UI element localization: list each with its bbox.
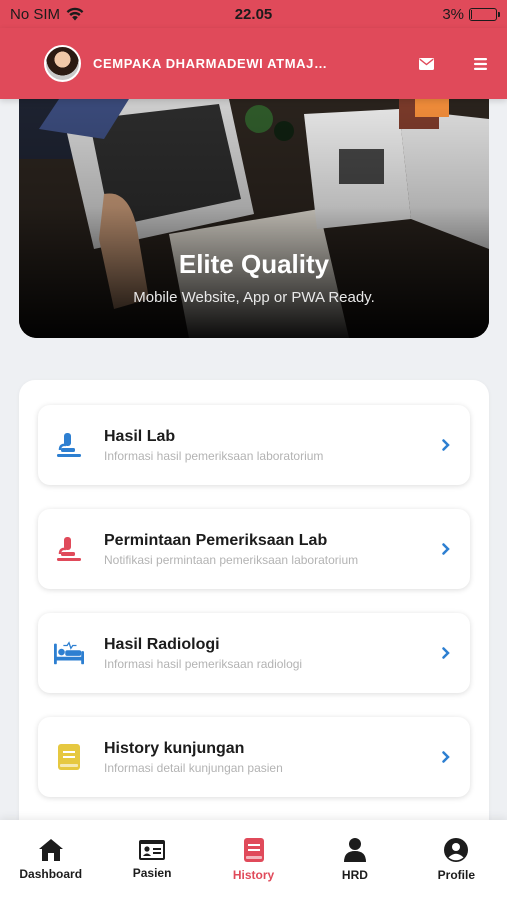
nav-item-pasien[interactable]: Pasien (101, 820, 202, 900)
wifi-icon (66, 7, 84, 21)
chevron-right-icon (442, 647, 450, 659)
menu-item-subtitle: Notifikasi permintaan pemeriksaan labora… (104, 552, 359, 567)
avatar[interactable] (44, 45, 81, 82)
bottom-navigation: Dashboard Pasien History HRD Profile (0, 820, 507, 900)
hospital-bed-icon (54, 638, 84, 668)
nav-item-dashboard[interactable]: Dashboard (0, 820, 101, 900)
nav-label: Pasien (132, 866, 172, 880)
menu-item-title: Permintaan Pemeriksaan Lab (104, 531, 328, 549)
chevron-right-icon (442, 439, 450, 451)
menu-item-hasil-radiologi[interactable]: Hasil Radiologi Informasi hasil pemeriks… (38, 613, 470, 693)
user-name: CEMPAKA DHARMADEWI ATMAJA N... (93, 56, 333, 71)
chevron-right-icon (442, 751, 450, 763)
status-bar: No SIM 22.05 3% (0, 0, 507, 28)
microscope-icon (54, 534, 84, 564)
book-icon (54, 742, 84, 772)
user-circle-icon (444, 838, 469, 862)
menu-item-permintaan-lab[interactable]: Permintaan Pemeriksaan Lab Notifikasi pe… (38, 509, 470, 589)
menu-item-title: History kunjungan (104, 739, 245, 757)
nav-label: HRD (341, 868, 368, 882)
hamburger-menu-icon[interactable] (474, 57, 487, 70)
hero-title: Elite Quality (178, 249, 330, 279)
envelope-icon[interactable] (419, 57, 434, 70)
app-header: CEMPAKA DHARMADEWI ATMAJA N... (0, 28, 507, 99)
nav-label: History (232, 868, 275, 882)
menu-item-subtitle: Informasi hasil pemeriksaan radiologi (104, 656, 303, 671)
battery-percent: 3% (442, 5, 464, 23)
menu-item-subtitle: Informasi hasil pemeriksaan laboratorium (104, 448, 324, 463)
nav-item-profile[interactable]: Profile (406, 820, 507, 900)
person-icon (343, 838, 366, 862)
nav-label: Dashboard (19, 867, 83, 881)
battery-icon (469, 7, 500, 21)
nav-item-history[interactable]: History (203, 820, 304, 900)
nav-item-hrd[interactable]: HRD (304, 820, 405, 900)
book-icon (243, 838, 264, 862)
menu-item-history-kunjungan[interactable]: History kunjungan Informasi detail kunju… (38, 717, 470, 797)
id-card-icon (139, 840, 166, 860)
home-icon (38, 839, 63, 861)
chevron-right-icon (442, 543, 450, 555)
nav-label: Profile (437, 868, 475, 882)
menu-card: Hasil Lab Informasi hasil pemeriksaan la… (19, 380, 489, 840)
microscope-icon (54, 430, 84, 460)
menu-item-subtitle: Informasi detail kunjungan pasien (104, 760, 283, 775)
menu-item-title: Hasil Lab (104, 427, 176, 445)
menu-item-hasil-lab[interactable]: Hasil Lab Informasi hasil pemeriksaan la… (38, 405, 470, 485)
hero-subtitle: Mobile Website, App or PWA Ready. (133, 289, 375, 306)
carrier-label: No SIM (10, 5, 61, 23)
menu-item-title: Hasil Radiologi (104, 635, 220, 653)
hero-banner[interactable]: Elite Quality Mobile Website, App or PWA… (19, 99, 489, 338)
